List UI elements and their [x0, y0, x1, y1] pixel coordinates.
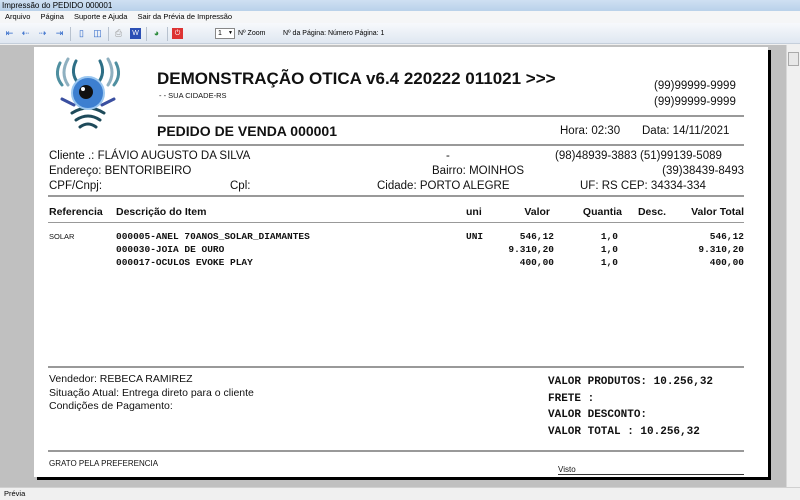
vertical-scrollbar[interactable]: [786, 45, 800, 487]
company-phone-1: (99)99999-9999: [654, 80, 736, 92]
row-price: 9.310,20: [508, 244, 554, 255]
row-price: 546,12: [519, 231, 554, 242]
report-page: DEMONSTRAÇÃO OTICA v6.4 220222 011021 >>…: [34, 47, 768, 477]
row-description: 000030-JOIA DE OURO: [116, 244, 225, 255]
email-icon[interactable]: ◕: [151, 28, 162, 39]
order-status: Situação Atual: Entrega direto para o cl…: [49, 387, 254, 399]
order-time: Hora: 02:30: [560, 125, 621, 137]
company-city: - - SUA CIDADE-RS: [159, 91, 227, 100]
discount: VALOR DESCONTO:: [548, 409, 648, 421]
single-page-icon[interactable]: ▯: [76, 28, 87, 39]
print-icon[interactable]: ⎙: [113, 28, 124, 39]
freight: FRETE :: [548, 393, 595, 405]
client-phones: (98)48939-3883 (51)99139-5089: [555, 150, 722, 162]
toolbar: ⇤ ⇠ ⇢ ⇥ ▯ ◫ ⎙ W ◕ ⏻ 1 ▼ Nº Zoom Nº da Pág…: [0, 23, 800, 44]
signature-line: Visto: [558, 465, 744, 475]
chevron-down-icon: ▼: [228, 30, 233, 36]
row-description: 000017-OCULOS EVOKE PLAY: [116, 257, 253, 268]
two-pages-icon[interactable]: ◫: [92, 28, 103, 39]
zoom-value: 1: [218, 30, 222, 37]
page-number-label: Nº da Página: Número Página: 1: [283, 30, 385, 37]
company-logo: [55, 57, 121, 129]
col-uni: uni: [466, 206, 482, 218]
row-unit: UNI: [466, 231, 484, 242]
grand-total: VALOR TOTAL : 10.256,32: [548, 426, 700, 438]
row-description: 000005-ANEL 70ANOS_SOLAR_DIAMANTES: [116, 231, 310, 242]
last-page-icon[interactable]: ⇥: [54, 28, 65, 39]
company-phone-2: (99)99999-9999: [654, 96, 736, 108]
row-quantity: 1,0: [600, 257, 618, 268]
client-phone-3: (39)38439-8493: [662, 165, 744, 177]
client-bairro: Bairro: MOINHOS: [432, 165, 525, 177]
col-valor: Valor: [524, 206, 550, 218]
client-name: Cliente .: FLÁVIO AUGUSTO DA SILVA: [49, 150, 251, 162]
row-quantity: 1,0: [600, 231, 618, 242]
client-cpf: CPF/Cnpj:: [49, 180, 103, 192]
col-quantia: Quantia: [582, 206, 622, 218]
menu-suporte[interactable]: Suporte e Ajuda: [74, 12, 127, 21]
export-icon[interactable]: W: [130, 28, 141, 39]
menu-bar: Arquivo Página Suporte e Ajuda Sair da P…: [0, 11, 800, 23]
client-uf-cep: UF: RS CEP: 34334-334: [580, 180, 706, 192]
row-total: 9.310,20: [698, 244, 744, 255]
col-referencia: Referencia: [49, 206, 103, 218]
client-address: Endereço: BENTORIBEIRO: [49, 165, 192, 177]
zoom-select[interactable]: 1 ▼: [215, 28, 235, 39]
client-cidade: Cidade: PORTO ALEGRE: [377, 180, 510, 192]
salesperson: Vendedor: REBECA RAMIREZ: [49, 373, 193, 385]
next-page-icon[interactable]: ⇢: [37, 28, 48, 39]
order-title: PEDIDO DE VENDA 000001: [157, 123, 337, 139]
menu-sair[interactable]: Sair da Prévia de Impressão: [137, 12, 232, 21]
payment-conditions: Condições de Pagamento:: [49, 400, 173, 412]
row-total: 546,12: [709, 231, 744, 242]
order-date: Data: 14/11/2021: [642, 125, 730, 137]
window-title: Impressão do PEDIDO 000001: [0, 0, 800, 11]
close-preview-icon[interactable]: ⏻: [172, 28, 183, 39]
row-reference: SOLAR: [49, 232, 75, 241]
prev-page-icon[interactable]: ⇠: [20, 28, 31, 39]
col-descricao: Descrição do Item: [116, 206, 207, 218]
col-valor-total: Valor Total: [691, 206, 744, 218]
row-total: 400,00: [709, 257, 744, 268]
company-name: DEMONSTRAÇÃO OTICA v6.4 220222 011021 >>…: [157, 69, 556, 88]
total-products: VALOR PRODUTOS: 10.256,32: [548, 376, 714, 388]
row-quantity: 1,0: [600, 244, 618, 255]
status-bar: Prévia: [0, 487, 800, 500]
client-dash: -: [446, 150, 450, 162]
client-cpl: Cpl:: [230, 180, 251, 192]
menu-pagina[interactable]: Página: [41, 12, 64, 21]
visto-label: Visto: [558, 465, 576, 474]
row-price: 400,00: [519, 257, 554, 268]
zoom-label: Nº Zoom: [238, 30, 266, 37]
col-desc: Desc.: [637, 206, 666, 218]
menu-arquivo[interactable]: Arquivo: [5, 12, 30, 21]
thanks-message: GRATO PELA PREFERENCIA: [49, 459, 159, 468]
first-page-icon[interactable]: ⇤: [4, 28, 15, 39]
